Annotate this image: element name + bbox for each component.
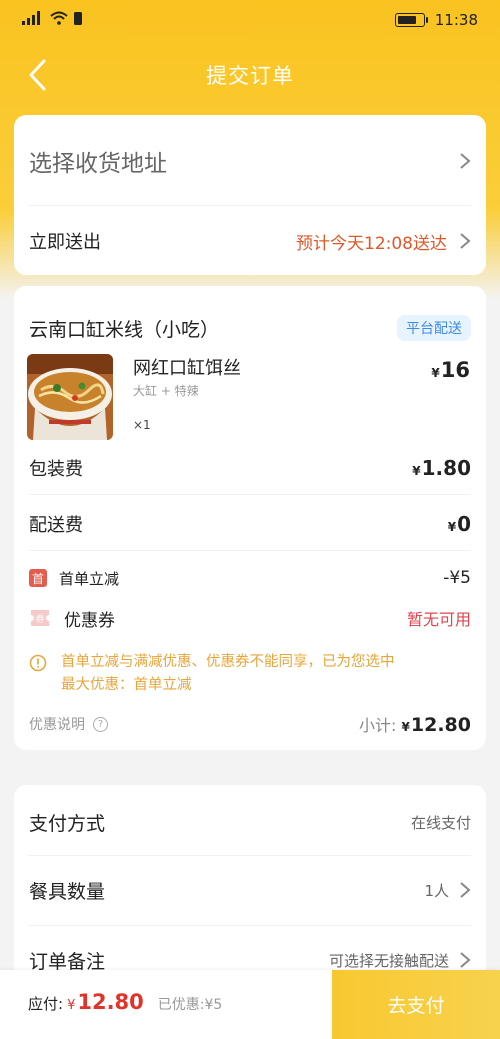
info-icon <box>29 654 47 672</box>
status-bar: 11:38 <box>0 0 500 40</box>
payment-method-label: 支付方式 <box>29 812 106 835</box>
divider <box>29 205 471 206</box>
delivery-fee-label: 配送费 <box>29 515 83 536</box>
signal-icon <box>22 11 44 29</box>
first-order-tag-icon: 首 <box>29 569 47 587</box>
discount-help-label: 优惠说明 <box>29 717 85 733</box>
payable-value: 12.80 <box>77 990 144 1014</box>
food-quantity: ×1 <box>133 418 151 432</box>
shop-row: 云南口缸米线（小吃） 平台配送 <box>29 314 471 342</box>
divider <box>29 550 471 551</box>
delivery-fee-amount: 0 <box>457 512 471 536</box>
sim-icon <box>74 11 82 29</box>
discount-notice: 首单立减与满减优惠、优惠券不能同享，已为您选中 最大优惠：首单立减 <box>29 651 471 697</box>
discount-notice-text: 首单立减与满减优惠、优惠券不能同享，已为您选中 最大优惠：首单立减 <box>61 651 395 697</box>
chevron-right-icon <box>460 882 471 898</box>
notice-line-2: 最大优惠：首单立减 <box>61 677 192 693</box>
delivery-eta: 预计今天12:08送达 <box>296 229 471 254</box>
checkout-bar: 应付: ¥ 12.80 已优惠:¥5 去支付 <box>0 970 500 1039</box>
food-price-value: 16 <box>440 358 470 382</box>
utensils-row[interactable]: 餐具数量 1人 <box>29 873 471 907</box>
delivery-fee-row: 配送费 ¥0 <box>29 508 471 540</box>
order-card: 云南口缸米线（小吃） 平台配送 网红口缸饵丝 大缸 + 特辣 ×1 ¥16 包装… <box>14 286 486 750</box>
currency-symbol: ¥ <box>447 520 457 534</box>
chevron-right-icon <box>460 233 471 249</box>
first-order-value: -¥5 <box>443 568 471 588</box>
divider <box>29 925 471 926</box>
discount-help-link[interactable]: 优惠说明 ? <box>29 714 108 734</box>
select-address-label: 选择收货地址 <box>29 151 167 177</box>
divider <box>29 855 471 856</box>
order-note-text: 可选择无接触配送 <box>328 951 449 970</box>
coupon-value: 暂无可用 <box>406 610 471 629</box>
back-button[interactable] <box>20 58 54 92</box>
food-name: 网红口缸饵丝 <box>133 358 241 379</box>
payable-amount: 应付: ¥ 12.80 已优惠:¥5 <box>28 990 222 1014</box>
currency-symbol: ¥ <box>412 464 421 478</box>
wifi-icon <box>50 11 68 29</box>
coupon-icon-text: 券 <box>35 614 45 625</box>
status-left <box>22 11 82 29</box>
divider <box>29 494 471 495</box>
status-time: 11:38 <box>434 11 478 29</box>
shop-name: 云南口缸米线（小吃） <box>29 318 220 341</box>
packaging-fee-row: 包装费 ¥1.80 <box>29 452 471 484</box>
coupon-icon: 券 <box>29 608 51 628</box>
notice-line-1: 首单立减与满减优惠、优惠券不能同享，已为您选中 <box>61 654 395 670</box>
payable-currency: ¥ <box>67 998 76 1013</box>
address-card: 选择收货地址 立即送出 预计今天12:08送达 <box>14 115 486 275</box>
payment-method-row[interactable]: 支付方式 在线支付 <box>29 805 471 839</box>
chevron-right-icon <box>460 952 471 968</box>
pay-button[interactable]: 去支付 <box>332 970 500 1039</box>
coupon-label: 优惠券 <box>64 610 115 631</box>
nav-bar: 提交订单 <box>0 52 500 98</box>
coupon: 券 优惠券 <box>29 606 115 631</box>
utensils-count: 1人 <box>424 881 449 900</box>
currency-symbol: ¥ <box>431 366 440 380</box>
deliver-now-label: 立即送出 <box>29 232 101 253</box>
utensils-label: 餐具数量 <box>29 880 106 903</box>
deliver-time-row[interactable]: 立即送出 预计今天12:08送达 <box>29 225 471 257</box>
subtotal-label: 小计: <box>359 716 397 735</box>
select-address-row[interactable]: 选择收货地址 <box>29 143 471 179</box>
food-price: ¥16 <box>431 358 470 382</box>
first-order-discount-row: 首 首单立减 -¥5 <box>29 565 471 591</box>
order-note-value: 可选择无接触配送 <box>329 950 471 971</box>
back-arrow-icon <box>29 59 46 91</box>
utensils-value: 1人 <box>424 880 471 901</box>
platform-delivery-badge: 平台配送 <box>397 315 471 341</box>
subtotal-row: 优惠说明 ? 小计: ¥12.80 <box>29 710 471 738</box>
packaging-fee-amount: 1.80 <box>421 456 471 480</box>
page-title: 提交订单 <box>206 64 294 88</box>
food-spec: 大缸 + 特辣 <box>133 384 199 398</box>
subtotal-value: ¥12.80 <box>402 714 471 736</box>
saved-amount: 已优惠:¥5 <box>157 997 223 1013</box>
payment-method-value: 在线支付 <box>410 813 471 832</box>
delivery-fee-value: ¥0 <box>448 512 471 536</box>
subtotal: 小计: ¥12.80 <box>359 712 471 736</box>
chevron-right-icon <box>460 153 471 169</box>
first-order-label: 首单立减 <box>59 569 120 588</box>
payable-label: 应付: <box>28 995 64 1013</box>
first-order-discount: 首 首单立减 <box>29 568 119 589</box>
question-icon: ? <box>93 716 108 732</box>
food-image <box>27 354 113 440</box>
delivery-eta-text: 预计今天12:08送达 <box>296 233 447 254</box>
battery-icon <box>394 13 428 27</box>
status-right: 11:38 <box>394 11 478 29</box>
coupon-row[interactable]: 券 优惠券 暂无可用 <box>29 604 471 632</box>
packaging-fee-label: 包装费 <box>29 459 83 480</box>
subtotal-amount: 12.80 <box>410 714 471 736</box>
currency-symbol: ¥ <box>401 720 410 734</box>
packaging-fee-value: ¥1.80 <box>412 456 471 480</box>
